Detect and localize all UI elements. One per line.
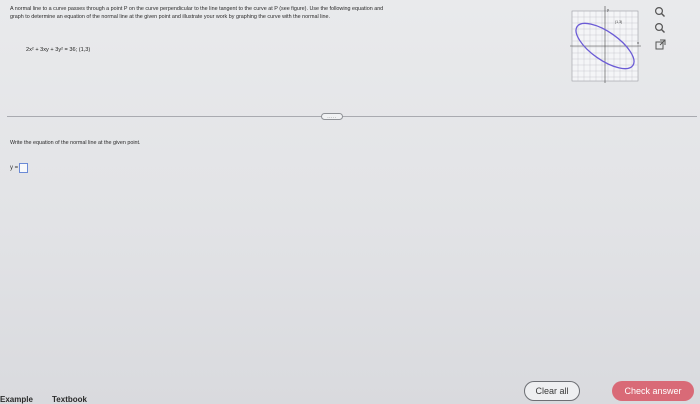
graph-thumbnail[interactable]: y x (1,3) [568,5,642,83]
homework-page: A normal line to a curve passes through … [0,0,700,404]
divider-drag-handle[interactable]: ..... [321,113,343,120]
check-answer-button[interactable]: Check answer [612,381,694,401]
answer-input[interactable] [19,163,29,173]
problem-line-2: graph to determine an equation of the no… [10,14,331,20]
answer-row: y = [10,163,29,173]
problem-statement: A normal line to a curve passes through … [10,5,570,21]
clear-all-button[interactable]: Clear all [524,381,580,401]
question-prompt: Write the equation of the normal line at… [10,140,141,146]
given-equation: 2x² + 3xy + 3y² = 36; (1,3) [26,47,91,53]
example-link[interactable]: Example [0,395,33,404]
zoom-in-icon[interactable] [652,4,668,20]
problem-line-1: A normal line to a curve passes through … [10,6,384,12]
answer-prefix: y = [10,165,19,171]
textbook-link[interactable]: Textbook [52,395,87,404]
graph-point-label: (1,3) [615,20,622,24]
external-link-icon[interactable] [652,36,668,52]
section-divider [7,116,697,117]
graph-x-label: x [637,40,639,45]
graph-y-label: y [607,7,609,12]
zoom-out-icon[interactable] [652,20,668,36]
